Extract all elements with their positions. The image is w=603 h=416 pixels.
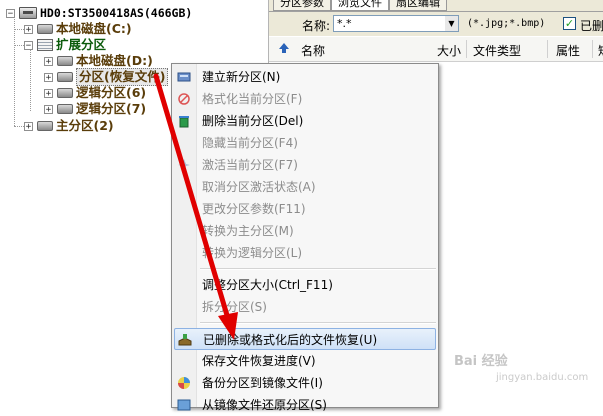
expand-toggle[interactable]: + <box>44 72 53 82</box>
expand-toggle[interactable]: + <box>44 104 53 114</box>
column-file-type[interactable]: 文件类型 <box>473 42 521 59</box>
watermark-url: jingyan.baidu.com <box>496 372 589 383</box>
chevron-down-icon[interactable]: ▼ <box>445 16 458 31</box>
menu-item-convert-primary[interactable]: 转换为主分区(M) <box>172 220 438 242</box>
tree-node-extended[interactable]: − 扩展分区 <box>24 37 106 53</box>
menu-item-save-recovery-progress[interactable]: 保存文件恢复进度(V) <box>172 350 438 372</box>
menu-item-label: 转换为逻辑分区(L) <box>202 246 303 260</box>
menu-item-label: 从镜像文件还原分区(S) <box>202 398 327 412</box>
partition-label: 逻辑分区(7) <box>76 101 147 116</box>
menu-item-label: 隐藏当前分区(F4) <box>202 136 298 150</box>
tree-node-primary-2[interactable]: + 主分区(2) <box>24 118 114 134</box>
tree-node-partition-recovery[interactable]: + 分区(恢复文件) <box>44 68 169 86</box>
watermark-logo: Bai 经验 <box>454 354 508 369</box>
format-icon <box>178 93 190 105</box>
menu-separator <box>200 268 436 270</box>
new-partition-icon <box>177 72 191 82</box>
menu-item-label: 备份分区到镜像文件(I) <box>202 376 323 390</box>
tree-node-logical-7[interactable]: + 逻辑分区(7) <box>44 101 146 117</box>
tree-node-local-disk-c[interactable]: + 本地磁盘(C:) <box>24 21 132 37</box>
tree-connector <box>30 48 31 111</box>
tab-browse-files[interactable]: 浏览文件 <box>331 0 389 11</box>
tab-sector-edit[interactable]: 扇区编辑 <box>389 0 447 11</box>
tab-strip: 分区参数 浏览文件 扇区编辑 <box>269 0 603 12</box>
disk-label: HD0:ST3500418AS(466GB) <box>40 6 193 20</box>
deleted-checkbox[interactable]: ✓ <box>563 17 576 30</box>
disk-icon <box>57 56 73 66</box>
hard-disk-icon <box>19 7 37 19</box>
partition-context-menu: 建立新分区(N) 格式化当前分区(F) 删除当前分区(Del) 隐藏当前分区(F… <box>171 63 439 412</box>
name-filter-value: *.* <box>337 17 352 30</box>
partition-label: 本地磁盘(D:) <box>76 53 153 68</box>
menu-item-label: 调整分区大小(Ctrl_F11) <box>202 278 333 292</box>
menu-item-label: 更改分区参数(F11) <box>202 202 306 216</box>
menu-item-convert-logical[interactable]: 转换为逻辑分区(L) <box>172 242 438 264</box>
menu-separator <box>200 322 436 324</box>
extension-hint: (*.jpg;*.bmp) <box>467 18 546 29</box>
column-name[interactable]: 名称 <box>301 42 325 59</box>
menu-item-deactivate[interactable]: 取消分区激活状态(A) <box>172 176 438 198</box>
tree-node-disk[interactable]: − HD0:ST3500418AS(466GB) <box>6 5 192 21</box>
recycle-bin-icon <box>179 116 189 128</box>
menu-item-label: 建立新分区(N) <box>202 70 281 84</box>
menu-item-label: 格式化当前分区(F) <box>202 92 303 106</box>
expand-toggle[interactable]: + <box>24 24 33 34</box>
menu-item-resize-partition[interactable]: 调整分区大小(Ctrl_F11) <box>172 274 438 296</box>
partition-label: 逻辑分区(6) <box>76 85 147 100</box>
menu-item-new-partition[interactable]: 建立新分区(N) <box>172 66 438 88</box>
name-filter-combo[interactable]: *.* ▼ <box>333 15 459 32</box>
expand-toggle[interactable]: + <box>24 121 33 131</box>
menu-item-label: 拆分分区(S) <box>202 300 267 314</box>
tree-connector <box>14 45 24 46</box>
tree-node-logical-6[interactable]: + 逻辑分区(6) <box>44 85 146 101</box>
deleted-checkbox-label: 已删除 <box>580 19 603 33</box>
menu-item-file-recovery[interactable]: 已删除或格式化后的文件恢复(U) <box>174 328 436 350</box>
menu-item-label: 保存文件恢复进度(V) <box>202 354 316 368</box>
menu-item-backup-to-image[interactable]: 备份分区到镜像文件(I) <box>172 372 438 394</box>
filter-bar: 名称: *.* ▼ (*.jpg;*.bmp) ✓ 已删除 <box>269 12 603 36</box>
disk-icon <box>37 24 53 34</box>
disk-icon <box>37 121 53 131</box>
disk-icon <box>57 88 73 98</box>
restore-icon <box>177 399 191 411</box>
activate-icon <box>178 159 190 171</box>
tree-connector <box>14 126 24 127</box>
backup-icon <box>178 377 190 389</box>
extended-partition-icon <box>37 39 53 51</box>
menu-item-label: 激活当前分区(F7) <box>202 158 298 172</box>
collapse-toggle[interactable]: − <box>24 40 33 50</box>
column-size[interactable]: 大小 <box>437 42 461 59</box>
partition-label: 扩展分区 <box>56 37 107 52</box>
menu-item-label: 转换为主分区(M) <box>202 224 294 238</box>
menu-item-label: 取消分区激活状态(A) <box>202 180 316 194</box>
column-short-name[interactable]: 短 <box>598 42 603 59</box>
partition-label: 主分区(2) <box>56 118 114 133</box>
menu-item-format-partition[interactable]: 格式化当前分区(F) <box>172 88 438 110</box>
up-folder-icon[interactable] <box>278 42 290 54</box>
expand-toggle[interactable]: + <box>44 88 53 98</box>
expand-toggle[interactable]: + <box>44 56 53 66</box>
file-recovery-icon <box>178 334 192 346</box>
column-attributes[interactable]: 属性 <box>556 42 580 59</box>
menu-item-label: 已删除或格式化后的文件恢复(U) <box>203 333 378 347</box>
menu-item-activate-partition[interactable]: 激活当前分区(F7) <box>172 154 438 176</box>
tree-connector <box>14 29 24 30</box>
disk-icon <box>57 72 73 82</box>
name-label: 名称: <box>302 19 331 33</box>
tree-connector <box>14 16 15 126</box>
collapse-toggle[interactable]: − <box>6 8 15 18</box>
disk-icon <box>57 104 73 114</box>
tab-partition-params[interactable]: 分区参数 <box>273 0 331 11</box>
menu-item-change-params[interactable]: 更改分区参数(F11) <box>172 198 438 220</box>
tree-node-local-disk-d[interactable]: + 本地磁盘(D:) <box>44 53 153 69</box>
menu-item-hide-partition[interactable]: 隐藏当前分区(F4) <box>172 132 438 154</box>
menu-item-restore-from-image[interactable]: 从镜像文件还原分区(S) <box>172 394 438 416</box>
file-list-header: 名称 大小 文件类型 属性 短 <box>269 37 603 62</box>
menu-item-label: 删除当前分区(Del) <box>202 114 304 128</box>
menu-item-split-partition[interactable]: 拆分分区(S) <box>172 296 438 318</box>
menu-item-delete-partition[interactable]: 删除当前分区(Del) <box>172 110 438 132</box>
partition-label-selected: 分区(恢复文件) <box>76 68 169 86</box>
partition-label: 本地磁盘(C:) <box>56 21 132 36</box>
